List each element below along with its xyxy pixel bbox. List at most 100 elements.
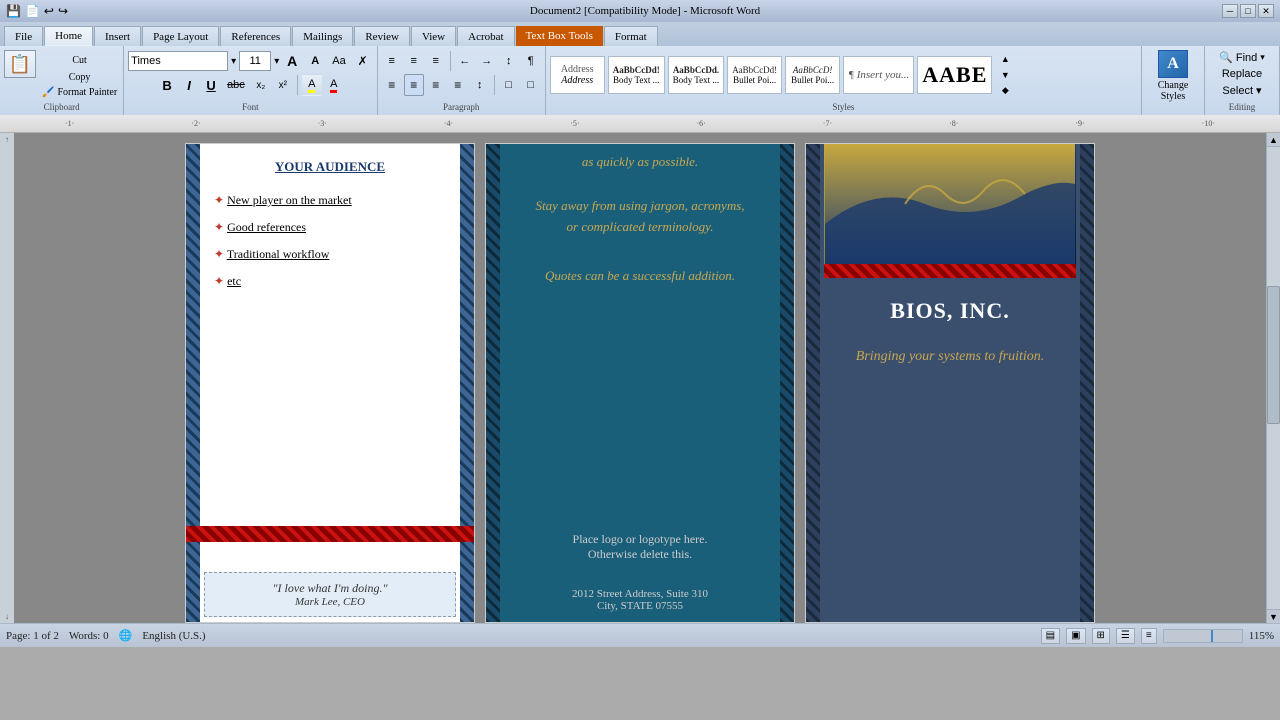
sort-button[interactable]: ↕ bbox=[499, 50, 519, 72]
mid-text4: Quotes can be a successful addition. bbox=[514, 268, 766, 284]
view-outline-btn[interactable]: ☰ bbox=[1116, 628, 1135, 644]
styles-scroll-up[interactable]: ▲ bbox=[995, 52, 1015, 66]
justify-button[interactable]: ≡ bbox=[448, 74, 468, 96]
select-button[interactable]: Select ▾ bbox=[1220, 83, 1263, 98]
right-red-stripe bbox=[824, 264, 1076, 278]
font-grow-button[interactable]: A bbox=[282, 50, 302, 72]
numbering-button[interactable]: ≡ bbox=[404, 50, 424, 72]
style-insert[interactable]: ¶ Insert you... bbox=[843, 56, 914, 94]
styles-more[interactable]: ◆ bbox=[995, 84, 1015, 98]
format-painter-button[interactable]: 🖌️ Format Painter bbox=[40, 86, 119, 99]
zoom-thumb bbox=[1211, 630, 1213, 642]
view-layout-btn[interactable]: ▣ bbox=[1066, 628, 1085, 644]
change-case-button[interactable]: Aa bbox=[328, 50, 349, 72]
tab-file[interactable]: File bbox=[4, 26, 43, 46]
italic-button[interactable]: I bbox=[179, 74, 199, 96]
tab-mailings[interactable]: Mailings bbox=[292, 26, 353, 46]
superscript-button[interactable]: x² bbox=[273, 74, 293, 96]
status-right: ▤ ▣ ⊞ ☰ ≡ 115% bbox=[1041, 628, 1274, 644]
right-diagonal-border-right bbox=[1080, 144, 1094, 622]
left-panel-top[interactable]: ↑ bbox=[5, 135, 9, 144]
style-large[interactable]: AABE bbox=[917, 56, 992, 94]
tab-references[interactable]: References bbox=[220, 26, 291, 46]
tab-insert[interactable]: Insert bbox=[94, 26, 141, 46]
clipboard-section: 📋 Cut Copy 🖌️ Format Painter Clipboard bbox=[0, 46, 124, 115]
subscript-button[interactable]: x₂ bbox=[251, 74, 271, 96]
styles-label: Styles bbox=[550, 101, 1137, 113]
font-name-input[interactable] bbox=[128, 51, 228, 71]
align-left-button[interactable]: ≡ bbox=[382, 74, 402, 96]
font-color-button[interactable]: A bbox=[324, 74, 344, 96]
editing-section: 🔍 Find ▾ Replace Select ▾ Editing bbox=[1205, 46, 1280, 115]
company-tagline: Bringing your systems to fruition. bbox=[824, 349, 1076, 365]
shading-button[interactable]: □ bbox=[499, 74, 519, 96]
left-panel-content: YOUR AUDIENCE ✦ New player on the market… bbox=[204, 144, 456, 316]
find-button[interactable]: 🔍 Find ▾ bbox=[1217, 50, 1267, 65]
bullets-button[interactable]: ≡ bbox=[382, 50, 402, 72]
font-name-dropdown-icon[interactable]: ▾ bbox=[231, 56, 236, 67]
close-button[interactable]: ✕ bbox=[1258, 4, 1274, 18]
cut-button[interactable]: Cut bbox=[40, 52, 119, 68]
address2: City, STATE 07555 bbox=[504, 600, 776, 612]
tab-page-layout[interactable]: Page Layout bbox=[142, 26, 219, 46]
tab-textbox-tools[interactable]: Text Box Tools bbox=[516, 26, 603, 46]
view-normal-btn[interactable]: ▤ bbox=[1041, 628, 1060, 644]
style-body-text2[interactable]: AaBbCcDd. Body Text ... bbox=[668, 56, 724, 94]
pages-container[interactable]: YOUR AUDIENCE ✦ New player on the market… bbox=[14, 133, 1266, 623]
replace-button[interactable]: Replace bbox=[1220, 67, 1264, 81]
maximize-button[interactable]: □ bbox=[1240, 4, 1256, 18]
change-styles-button[interactable]: A Change Styles bbox=[1142, 46, 1205, 115]
left-panel-bottom[interactable]: ↓ bbox=[5, 612, 9, 621]
style-bullet-point2[interactable]: AaBbCcD! Bullet Poi... bbox=[785, 56, 840, 94]
show-hide-button[interactable]: ¶ bbox=[521, 50, 541, 72]
font-shrink-button[interactable]: A bbox=[305, 50, 325, 72]
para-sep1 bbox=[450, 51, 451, 71]
tab-view[interactable]: View bbox=[411, 26, 456, 46]
mid-address: 2012 Street Address, Suite 310 City, STA… bbox=[504, 588, 776, 612]
border-button[interactable]: □ bbox=[521, 74, 541, 96]
copy-button[interactable]: Copy bbox=[40, 69, 119, 85]
paste-button[interactable]: 📋 bbox=[4, 50, 36, 78]
audience-heading: YOUR AUDIENCE bbox=[214, 159, 446, 175]
tab-home[interactable]: Home bbox=[44, 26, 93, 46]
status-bar: Page: 1 of 2 Words: 0 🌐 English (U.S.) ▤… bbox=[0, 623, 1280, 647]
right-scrollbar[interactable]: ▲ ▼ bbox=[1266, 133, 1280, 623]
highlight-button[interactable]: A bbox=[302, 74, 322, 96]
scroll-up-btn[interactable]: ▲ bbox=[1267, 133, 1280, 147]
strikethrough-button[interactable]: abc bbox=[223, 74, 249, 96]
zoom-slider[interactable] bbox=[1163, 629, 1243, 643]
decrease-indent-button[interactable]: ← bbox=[455, 50, 475, 72]
align-right-button[interactable]: ≡ bbox=[426, 74, 446, 96]
change-styles-icon: A bbox=[1158, 50, 1188, 78]
styles-section: Address Address AaBbCcDd! Body Text ... … bbox=[546, 46, 1142, 115]
paragraph-label: Paragraph bbox=[380, 101, 543, 113]
align-center-button[interactable]: ≡ bbox=[404, 74, 424, 96]
scroll-track bbox=[1267, 147, 1280, 609]
clear-format-button[interactable]: ✗ bbox=[353, 50, 373, 72]
increase-indent-button[interactable]: → bbox=[477, 50, 497, 72]
font-size-input[interactable] bbox=[239, 51, 271, 71]
tab-format[interactable]: Format bbox=[604, 26, 658, 46]
font-size-dropdown-icon[interactable]: ▾ bbox=[274, 56, 279, 67]
right-brochure-panel: BIOS, INC. Bringing your systems to frui… bbox=[805, 143, 1095, 623]
scroll-thumb[interactable] bbox=[1267, 286, 1280, 425]
quote-box: "I love what I'm doing." Mark Lee, CEO bbox=[204, 572, 456, 617]
style-body-text1[interactable]: AaBbCcDd! Body Text ... bbox=[608, 56, 665, 94]
tab-acrobat[interactable]: Acrobat bbox=[457, 26, 514, 46]
underline-button[interactable]: U bbox=[201, 74, 221, 96]
view-web-btn[interactable]: ⊞ bbox=[1092, 628, 1110, 644]
line-spacing-button[interactable]: ↕ bbox=[470, 74, 490, 96]
bold-button[interactable]: B bbox=[157, 74, 177, 96]
minimize-button[interactable]: ─ bbox=[1222, 4, 1238, 18]
left-brochure-panel: YOUR AUDIENCE ✦ New player on the market… bbox=[185, 143, 475, 623]
paragraph-section: ≡ ≡ ≡ ← → ↕ ¶ ≡ ≡ ≡ ≡ ↕ □ □ bbox=[378, 46, 546, 115]
scroll-down-btn[interactable]: ▼ bbox=[1267, 609, 1280, 623]
style-address[interactable]: Address Address bbox=[550, 56, 605, 94]
multilevel-button[interactable]: ≡ bbox=[426, 50, 446, 72]
styles-row: Address Address AaBbCcDd! Body Text ... … bbox=[550, 48, 1137, 101]
ribbon-content: 📋 Cut Copy 🖌️ Format Painter Clipboard bbox=[0, 46, 1280, 115]
view-draft-btn[interactable]: ≡ bbox=[1141, 628, 1157, 644]
tab-review[interactable]: Review bbox=[354, 26, 410, 46]
style-bullet-point1[interactable]: AaBbCcDd! Bullet Poi... bbox=[727, 56, 782, 94]
styles-scroll-down[interactable]: ▼ bbox=[995, 68, 1015, 82]
